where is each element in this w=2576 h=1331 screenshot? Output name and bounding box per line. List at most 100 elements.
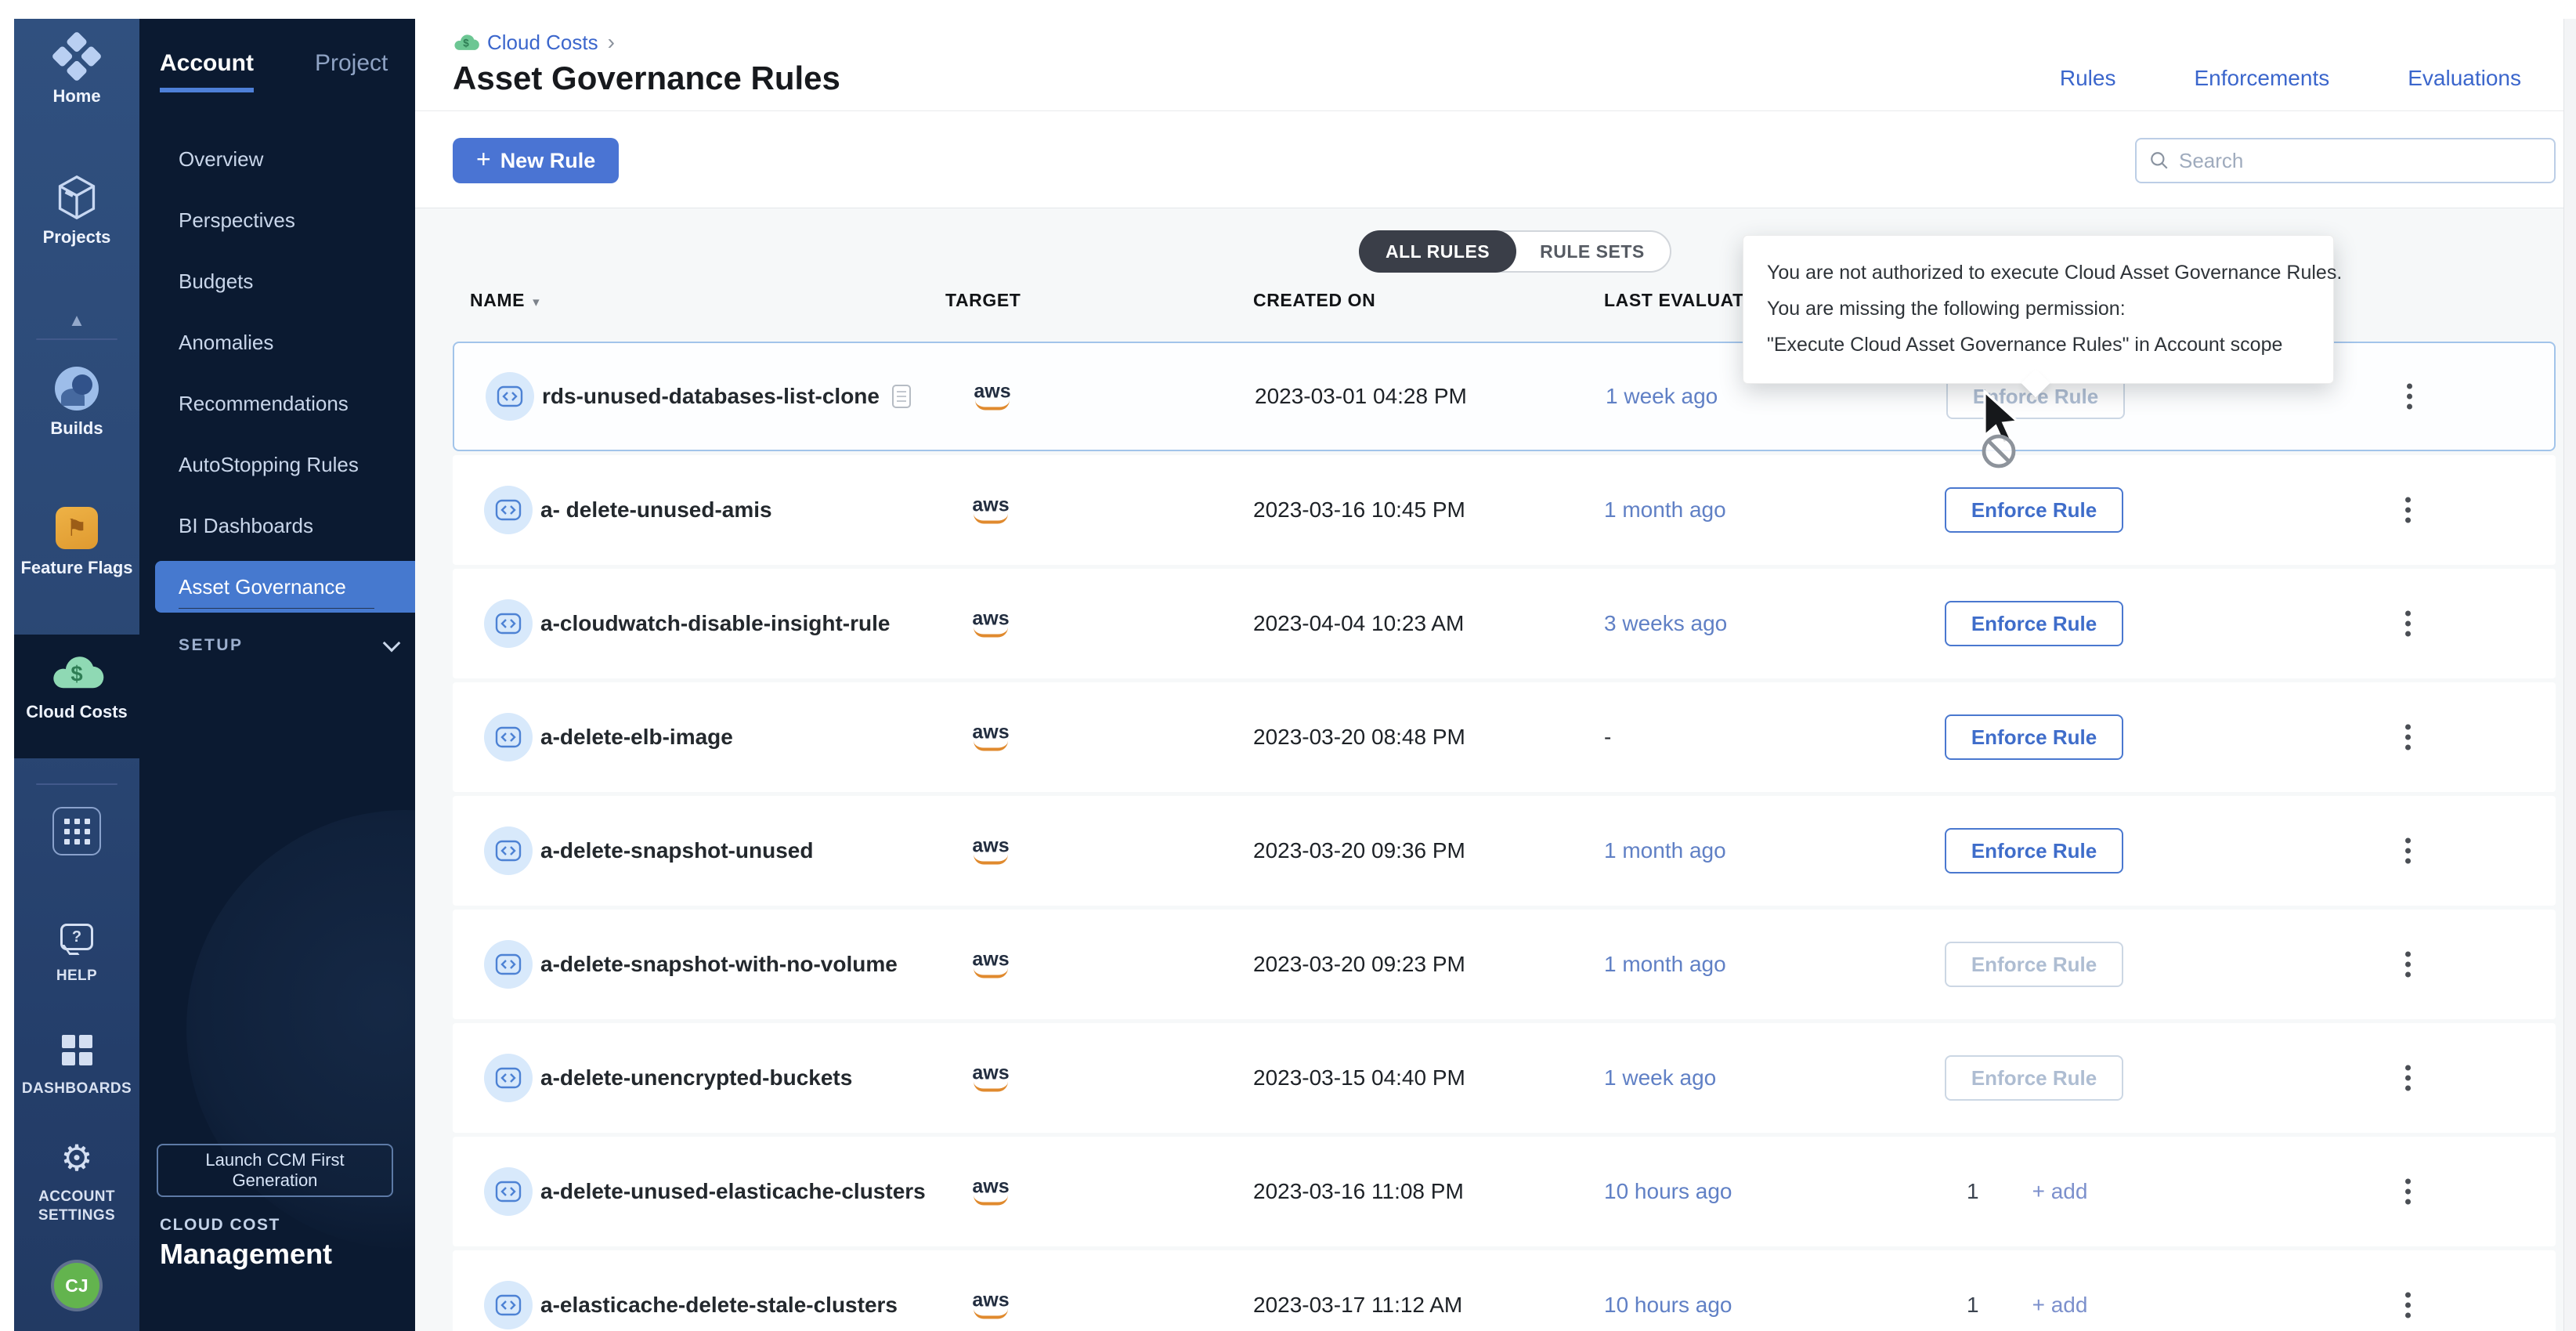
rules-view-toggle: ALL RULES RULE SETS [1359, 230, 1671, 273]
kebab-menu-icon[interactable] [2392, 611, 2423, 637]
breadcrumb-cloud-costs-link[interactable]: Cloud Costs [487, 31, 598, 55]
app-root: Home Projects ▲ Builds ⚑ Feature Flags [14, 19, 2576, 1331]
menu-item-perspectives[interactable]: Perspectives [139, 190, 415, 251]
sidebar-item-builds[interactable]: Builds [14, 363, 139, 439]
table-row[interactable]: a-elasticache-delete-stale-clusters aws … [453, 1250, 2556, 1331]
launch-ccm-first-gen-button[interactable]: Launch CCM First Generation [157, 1144, 393, 1197]
created-on-value: 2023-03-20 08:48 PM [1253, 725, 1465, 750]
last-evaluation-link[interactable]: 10 hours ago [1604, 1179, 1732, 1204]
tooltip-line: You are missing the following permission… [1767, 291, 2310, 327]
rule-name: a-delete-snapshot-unused [540, 838, 813, 863]
last-evaluation-link[interactable]: 1 month ago [1604, 952, 1726, 977]
enforce-rule-button[interactable]: Enforce Rule [1945, 714, 2123, 760]
nav-link-rules[interactable]: Rules [2060, 66, 2116, 91]
enforce-rule-button[interactable]: Enforce Rule [1945, 828, 2123, 873]
toggle-rule-sets[interactable]: RULE SETS [1513, 230, 1671, 273]
grid-icon [64, 819, 90, 845]
menu-item-asset-governance[interactable]: Asset Governance [155, 561, 415, 613]
search-input[interactable] [2179, 149, 2542, 173]
table-row[interactable]: a-delete-snapshot-with-no-volume aws 202… [453, 910, 2556, 1019]
sidebar-item-account-settings[interactable]: ⚙ ACCOUNT SETTINGS [14, 1133, 139, 1225]
nav-rail: Home Projects ▲ Builds ⚑ Feature Flags [14, 19, 139, 1331]
table-row[interactable]: a-delete-snapshot-unused aws 2023-03-20 … [453, 796, 2556, 906]
menu-item-bi-dashboards[interactable]: BI Dashboards [139, 495, 415, 556]
enforce-rule-button[interactable]: Enforce Rule [1945, 601, 2123, 646]
setup-section-toggle[interactable]: SETUP [179, 636, 398, 655]
last-evaluation-link[interactable]: 1 week ago [1606, 384, 1718, 409]
created-on-value: 2023-03-01 04:28 PM [1255, 384, 1467, 409]
kebab-menu-icon[interactable] [2392, 952, 2423, 978]
enforcement-cell: Enforce Rule [1945, 487, 2274, 533]
sidebar-item-dashboards[interactable]: DASHBOARDS [14, 1025, 139, 1098]
last-evaluation-link[interactable]: 1 month ago [1604, 497, 1726, 523]
add-enforcement-link[interactable]: + add [2032, 1179, 2088, 1204]
toggle-all-rules[interactable]: ALL RULES [1359, 230, 1516, 273]
svg-text:$: $ [463, 38, 469, 49]
nav-link-evaluations[interactable]: Evaluations [2408, 66, 2521, 91]
sidebar-item-cloud-costs[interactable]: $ Cloud Costs [14, 647, 139, 722]
table-row[interactable]: a- delete-unused-amis aws 2023-03-16 10:… [453, 455, 2556, 565]
menu-item-overview[interactable]: Overview [139, 128, 415, 190]
not-allowed-cursor [1975, 389, 2041, 474]
kebab-menu-icon[interactable] [2392, 838, 2423, 864]
menu-item-anomalies[interactable]: Anomalies [139, 312, 415, 373]
last-evaluation-link[interactable]: 1 month ago [1604, 838, 1726, 863]
enforcement-cell: Enforce Rule [1945, 1055, 2274, 1101]
scope-tabs: Account Project [160, 50, 395, 92]
rule-name: a-cloudwatch-disable-insight-rule [540, 611, 890, 636]
copy-icon[interactable] [892, 385, 911, 408]
kebab-menu-icon[interactable] [2392, 1179, 2423, 1205]
created-on-value: 2023-03-16 10:45 PM [1253, 497, 1465, 523]
breadcrumb-separator: › [608, 30, 615, 55]
rule-icon [486, 372, 534, 421]
kebab-menu-icon[interactable] [2392, 1293, 2423, 1318]
kebab-menu-icon[interactable] [2394, 384, 2425, 410]
page-header: $ Cloud Costs › Asset Governance Rules R… [415, 19, 2576, 111]
sidebar-item-home[interactable]: Home [14, 31, 139, 107]
kebab-menu-icon[interactable] [2392, 497, 2423, 523]
sidebar-item-help[interactable]: ? HELP [14, 912, 139, 986]
page-scrollbar[interactable] [2563, 19, 2576, 1331]
created-on-value: 2023-03-20 09:23 PM [1253, 952, 1465, 977]
created-on-value: 2023-03-17 11:12 AM [1253, 1293, 1462, 1318]
rail-collapse-icon[interactable]: ▲ [14, 310, 139, 331]
table-row[interactable]: a-delete-elb-image aws 2023-03-20 08:48 … [453, 682, 2556, 792]
rule-name: a-delete-unused-elasticache-clusters [540, 1179, 926, 1204]
table-row[interactable]: a-delete-unencrypted-buckets aws 2023-03… [453, 1023, 2556, 1133]
enforce-rule-button[interactable]: Enforce Rule [1945, 942, 2123, 987]
kebab-menu-icon[interactable] [2392, 725, 2423, 750]
kebab-menu-icon[interactable] [2392, 1065, 2423, 1091]
sidebar-item-feature-flags[interactable]: ⚑ Feature Flags [14, 503, 139, 578]
tab-account[interactable]: Account [160, 50, 254, 92]
table-row[interactable]: a-delete-unused-elasticache-clusters aws… [453, 1137, 2556, 1246]
enforce-rule-button[interactable]: Enforce Rule [1945, 1055, 2123, 1101]
enforcement-cell: 1+ add [1945, 1293, 2274, 1318]
tab-project[interactable]: Project [315, 50, 388, 92]
aws-target-logo: aws [963, 837, 1018, 865]
last-evaluation-link[interactable]: 1 week ago [1604, 1065, 1716, 1090]
module-picker-button[interactable] [52, 807, 101, 855]
search-box [2135, 138, 2556, 183]
rule-name: a-delete-snapshot-with-no-volume [540, 952, 898, 977]
rules-table-body: rds-unused-databases-list-clone aws 2023… [453, 342, 2556, 1331]
new-rule-button[interactable]: + New Rule [453, 138, 619, 183]
sidebar-item-projects[interactable]: Projects [14, 172, 139, 248]
enforcement-cell: 1 + add [1945, 1179, 2274, 1204]
enforce-rule-button[interactable]: Enforce Rule [1945, 487, 2123, 533]
aws-target-logo: aws [963, 497, 1018, 524]
last-evaluation-link[interactable]: 3 weeks ago [1604, 611, 1727, 636]
nav-link-enforcements[interactable]: Enforcements [2194, 66, 2329, 91]
enforcement-count: 1 [1967, 1179, 1979, 1204]
aws-target-logo: aws [963, 1292, 1018, 1319]
add-enforcement-link[interactable]: + add [2032, 1293, 2088, 1318]
last-evaluation-link[interactable]: 10 hours ago [1604, 1293, 1732, 1318]
column-header-created-on: CREATED ON [1253, 290, 1375, 311]
svg-text:$: $ [70, 662, 82, 686]
menu-item-autostopping-rules[interactable]: AutoStopping Rules [139, 434, 415, 495]
menu-item-budgets[interactable]: Budgets [139, 251, 415, 312]
table-row[interactable]: a-cloudwatch-disable-insight-rule aws 20… [453, 569, 2556, 678]
menu-item-recommendations[interactable]: Recommendations [139, 373, 415, 434]
user-avatar[interactable]: CJ [54, 1263, 99, 1308]
column-header-name[interactable]: NAME▾ [470, 290, 540, 311]
rule-icon [484, 1167, 533, 1216]
